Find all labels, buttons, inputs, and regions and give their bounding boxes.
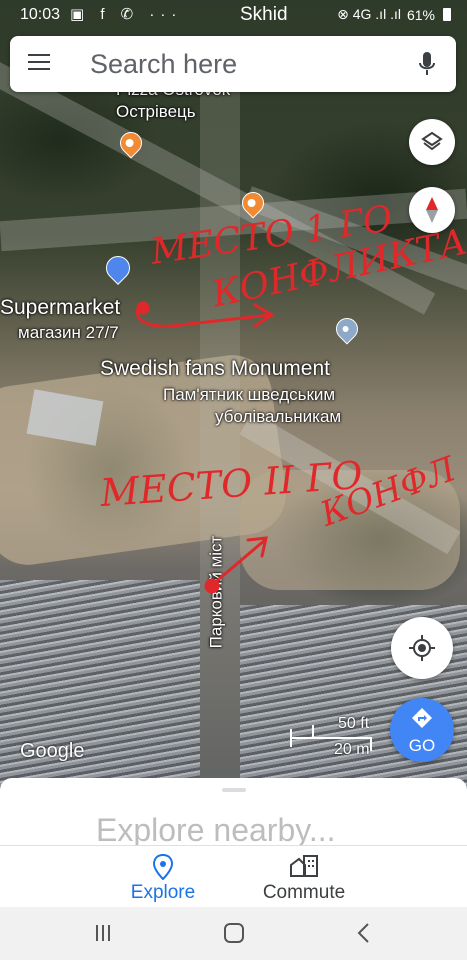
explore-nearby-title[interactable]: Explore nearby... [96,812,336,849]
go-button[interactable]: GO [390,698,454,762]
battery-percent: 61% [406,6,435,23]
recents-icon[interactable] [88,921,118,945]
notification-icons: ▣ f ✆ ··· [70,6,183,23]
microphone-icon[interactable] [414,50,440,78]
status-time: 10:03 [20,6,61,23]
layers-icon [421,131,443,151]
my-location-icon [409,635,435,661]
map-view[interactable]: Pizza Ostrovok Острівець Supermarket маг… [0,0,467,790]
sheet-drag-handle[interactable] [222,788,246,792]
battery-icon [443,8,451,21]
status-bar: 10:03 ▣ f ✆ ··· Skhid ⊗ 4G .ıl .ıl 61% [0,0,467,30]
go-label: GO [408,736,436,755]
scale-meters: 20 m [334,741,370,758]
home-icon[interactable] [219,921,249,945]
layers-button[interactable] [409,119,455,165]
status-location-text: Skhid [240,4,288,25]
tab-commute-label: Commute [262,882,346,903]
annotation-layer [136,194,442,594]
tab-explore[interactable]: Explore [103,846,223,908]
back-icon[interactable] [350,921,380,945]
search-bar[interactable]: Search here [10,36,456,92]
hamburger-menu-icon[interactable] [28,54,50,72]
system-navigation-bar [0,907,467,960]
search-input[interactable]: Search here [90,49,237,80]
signal-icons: ⊗ 4G .ıl .ıl [337,6,401,22]
google-attribution: Google [20,740,85,762]
commute-icon [290,855,318,877]
bottom-tab-bar: Explore Commute [0,845,467,908]
place-icon [153,854,173,880]
tab-explore-label: Explore [130,882,196,903]
compass-icon [426,197,438,223]
explore-sheet[interactable]: Explore nearby... [0,778,467,848]
compass-button[interactable] [409,187,455,233]
tab-commute[interactable]: Commute [244,846,364,908]
map-scale: 50 ft 20 m [290,715,380,760]
my-location-button[interactable] [391,617,453,679]
arrow-two-icon [204,536,268,594]
scale-feet: 50 ft [338,715,370,732]
directions-icon [412,708,432,728]
